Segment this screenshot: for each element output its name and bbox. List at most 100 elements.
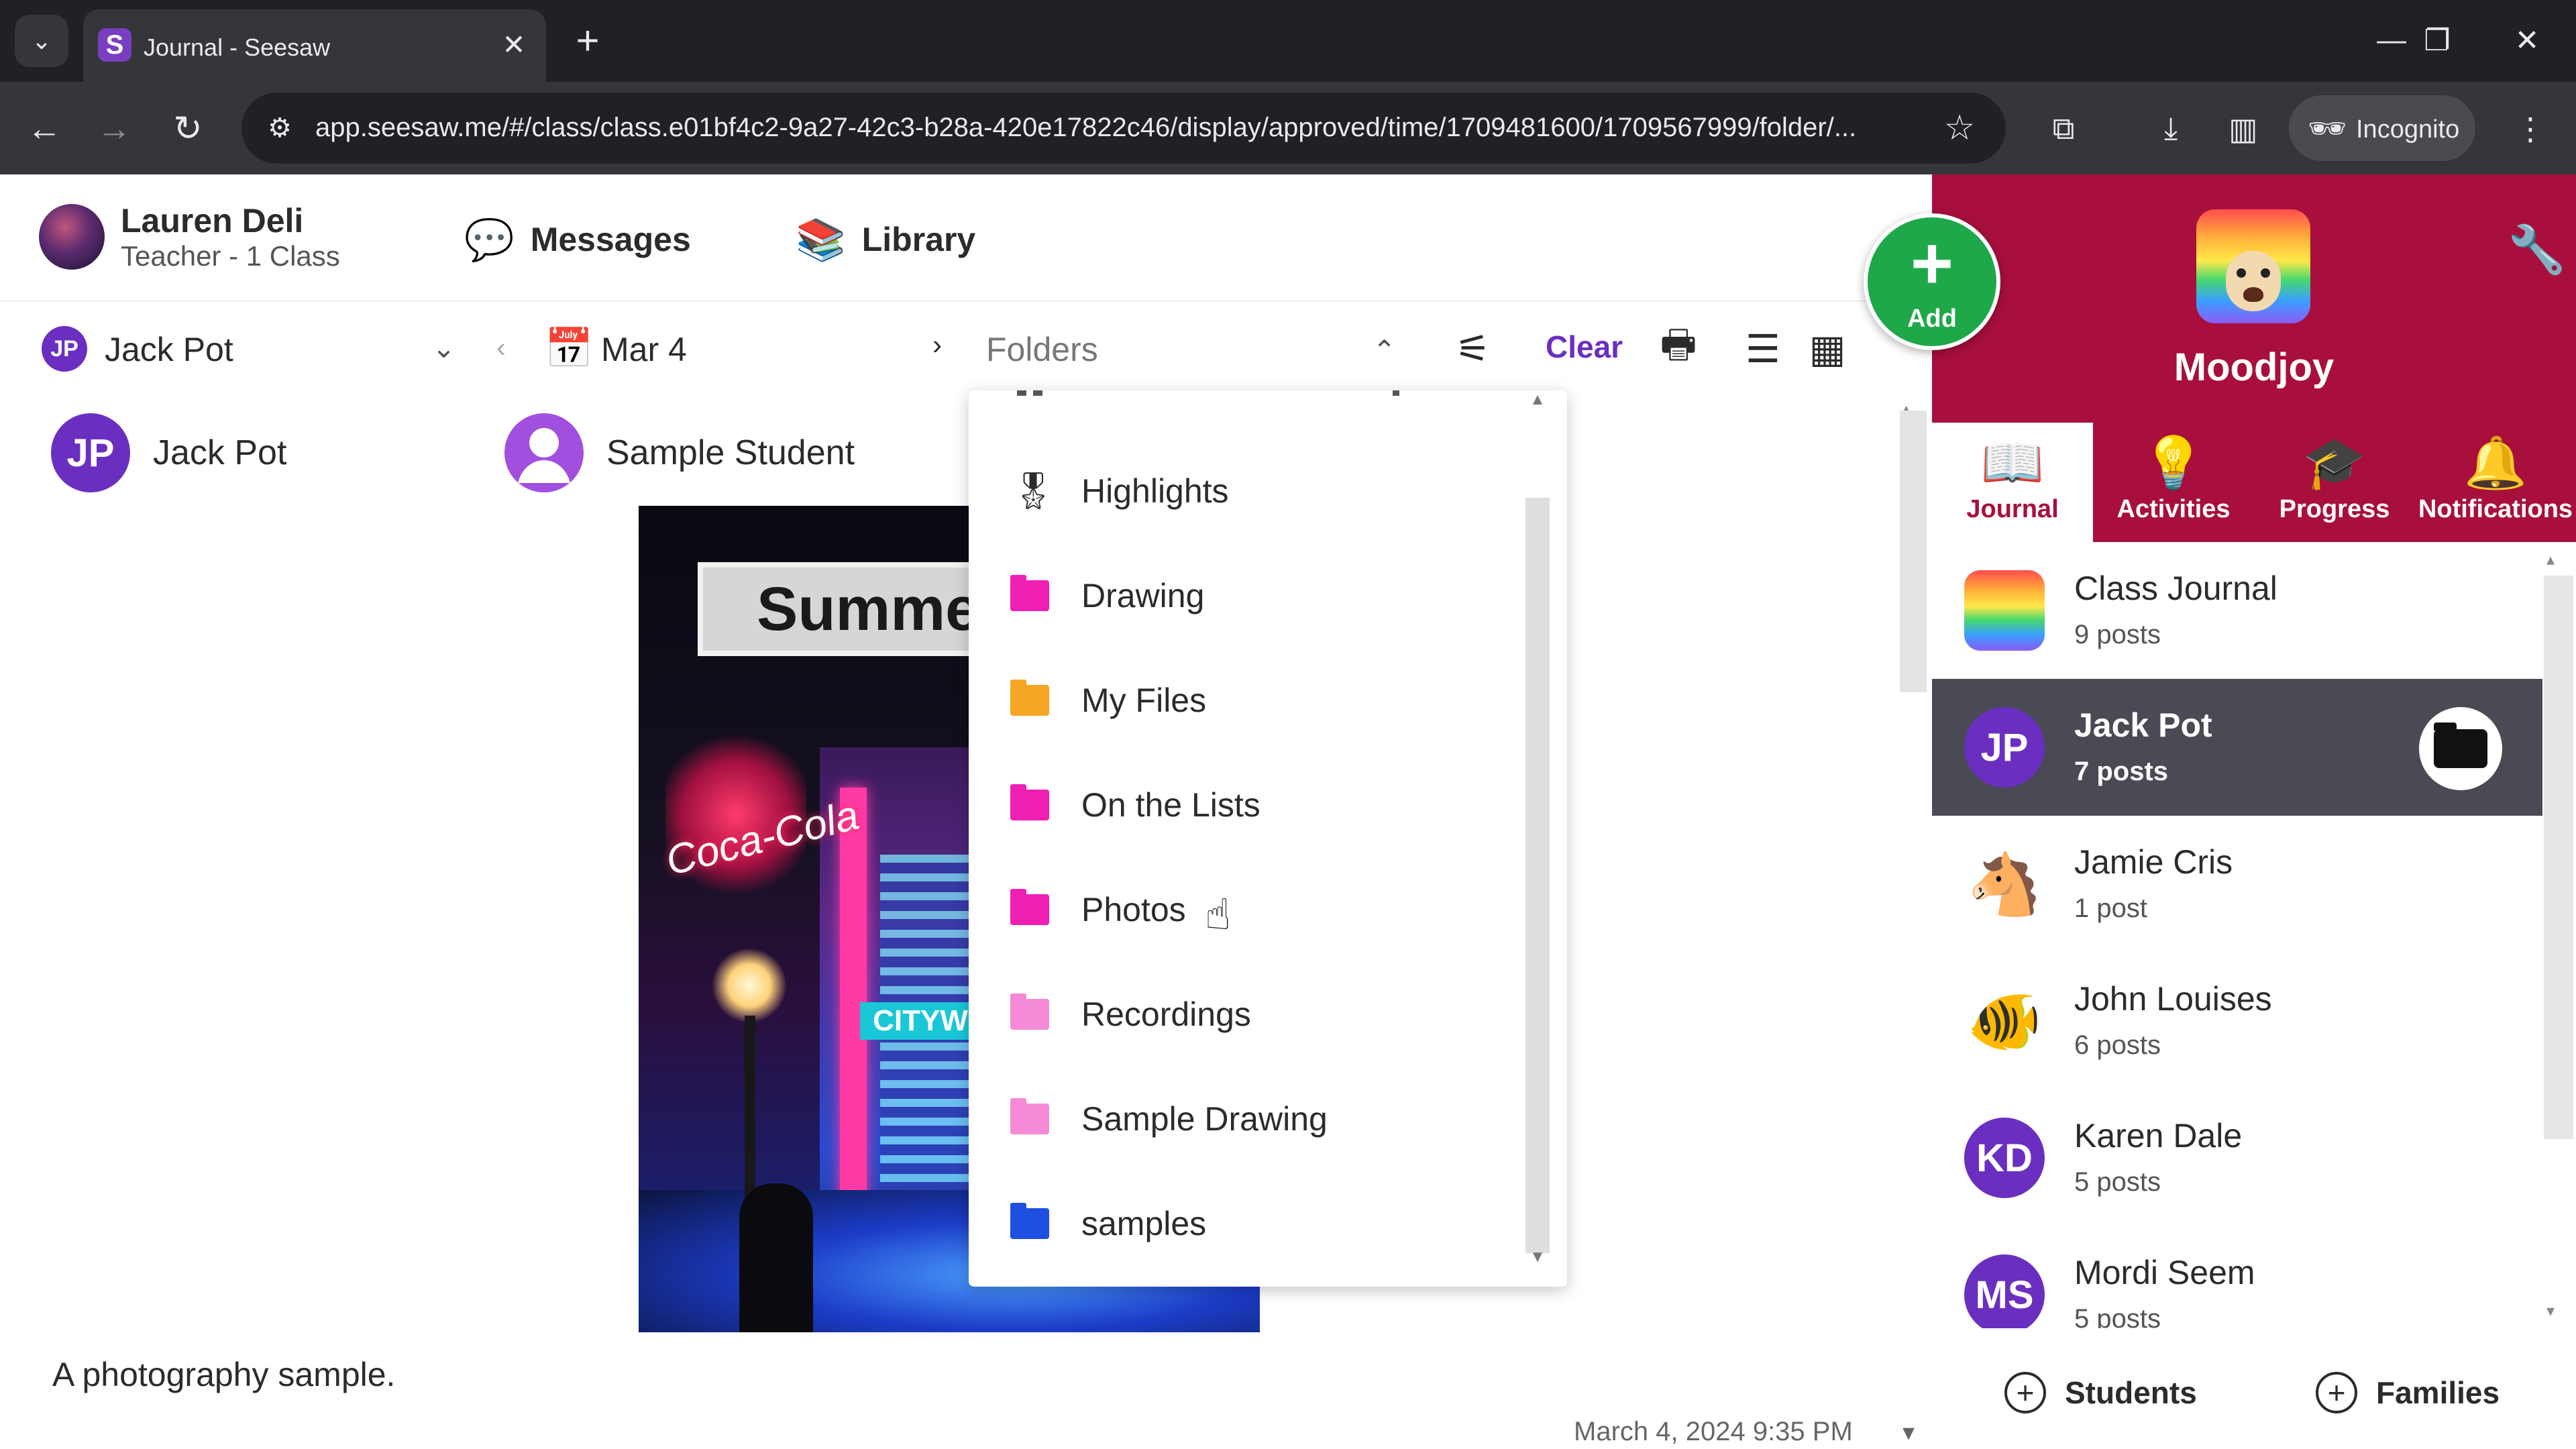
dropdown-scroll-down-icon[interactable]: ▼ — [1525, 1248, 1550, 1275]
tab-label: Notifications — [2418, 495, 2573, 523]
filter-settings-icon[interactable]: ⚟ — [1446, 322, 1500, 376]
tab-label: Activities — [2116, 495, 2231, 523]
dropdown-clipped-item — [1017, 390, 1500, 402]
list-scroll-up-icon[interactable]: ▴ — [2546, 550, 2555, 570]
student-filter-chevron-down-icon[interactable]: ⌄ — [432, 331, 455, 364]
list-item[interactable]: KD Karen Dale 5 posts — [1932, 1089, 2542, 1226]
extensions-icon[interactable]: ⧉ — [2038, 103, 2089, 154]
class-logo-icon[interactable] — [2196, 209, 2310, 323]
student-folders-button[interactable] — [2419, 707, 2502, 790]
list-view-icon[interactable]: ☰ — [1736, 322, 1790, 376]
folder-option-label: samples — [1081, 1205, 1207, 1242]
add-families-button[interactable]: + Families — [2316, 1366, 2500, 1419]
fish-icon: 🐠 — [1966, 987, 2043, 1055]
list-item-name: Jamie Cris — [2074, 843, 2233, 881]
reload-icon[interactable]: ↻ — [161, 102, 215, 156]
print-icon[interactable]: 🖶 — [1652, 322, 1705, 376]
window-close-icon[interactable]: ✕ — [2497, 15, 2557, 66]
folder-option-samples[interactable]: samples — [969, 1171, 1546, 1276]
main-scrollbar[interactable] — [1900, 411, 1927, 692]
address-bar[interactable]: ⚙ app.seesaw.me/#/class/class.e01bf4c2-9… — [241, 93, 2006, 164]
post-student-name: Jack Pot — [153, 433, 287, 472]
calendar-view-icon[interactable]: ▦ — [1801, 322, 1854, 376]
list-item[interactable]: 🐴 Jamie Cris 1 post — [1932, 816, 2542, 953]
list-item-name: Jack Pot — [2074, 706, 2212, 744]
student-list: Class Journal 9 posts JP Jack Pot 7 post… — [1932, 542, 2576, 1328]
folder-icon — [2434, 722, 2487, 768]
site-settings-icon[interactable]: ⚙ — [259, 107, 301, 149]
folder-option-sample-drawing[interactable]: Sample Drawing — [969, 1067, 1546, 1171]
folder-option-photos[interactable]: Photos — [969, 857, 1546, 962]
user-name[interactable]: Lauren Deli — [121, 201, 303, 240]
tab-activities[interactable]: 💡 Activities — [2093, 423, 2254, 542]
student-filter-avatar: JP — [42, 326, 87, 372]
bear-face-icon — [2226, 251, 2281, 311]
dropdown-scroll-up-icon[interactable]: ▲ — [1525, 390, 1550, 417]
dropdown-scrollbar[interactable] — [1525, 498, 1550, 1253]
clear-filters-button[interactable]: Clear — [1546, 329, 1623, 365]
add-students-button[interactable]: + Students — [2004, 1366, 2197, 1419]
download-icon[interactable]: ⤓ — [2145, 103, 2196, 154]
student-list-scrollbar[interactable] — [2544, 576, 2573, 1139]
back-icon[interactable]: ← — [17, 102, 71, 156]
class-name[interactable]: Moodjoy — [1932, 345, 2576, 390]
class-logo-icon — [1964, 570, 2045, 651]
folder-option-my-files[interactable]: My Files — [969, 648, 1546, 753]
folders-chevron-up-icon[interactable]: ⌃ — [1373, 334, 1396, 367]
horse-icon: 🐴 — [1966, 851, 2043, 918]
tab-close-icon[interactable]: ✕ — [495, 25, 533, 63]
bell-icon: 🔔 — [2463, 435, 2528, 492]
list-item[interactable]: JP Jack Pot 7 posts — [1932, 679, 2542, 816]
tab-progress[interactable]: 🎓 Progress — [2254, 423, 2415, 542]
chat-bubbles-icon: 💬 — [464, 217, 515, 262]
side-panel-icon[interactable]: ▥ — [2218, 103, 2269, 154]
list-item-count: 1 post — [2074, 894, 2147, 923]
tab-label: Journal — [1966, 495, 2059, 523]
library-link[interactable]: 📚 Library — [796, 216, 975, 263]
list-item[interactable]: MS Mordi Seem 5 posts — [1932, 1226, 2542, 1328]
graduation-cap-icon: 🎓 — [2302, 435, 2367, 492]
post-options-chevron-icon[interactable]: ▾ — [1902, 1418, 1915, 1446]
browser-tab-active[interactable]: S Journal - Seesaw ✕ — [83, 9, 546, 82]
incognito-badge[interactable]: 🕶 Incognito — [2289, 95, 2475, 161]
wrench-settings-icon[interactable]: 🔧 — [2508, 223, 2566, 278]
student-filter-select[interactable]: Jack Pot — [105, 330, 233, 369]
new-tab-button[interactable]: + — [564, 16, 612, 64]
tab-journal[interactable]: 📖 Journal — [1932, 423, 2093, 542]
folders-filter-select[interactable]: Folders — [986, 330, 1098, 369]
more-menu-icon[interactable]: ⋮ — [2505, 103, 2556, 154]
bookmark-star-icon[interactable]: ☆ — [1939, 107, 1980, 149]
list-item-name: Mordi Seem — [2074, 1254, 2255, 1291]
avatar: JP — [51, 413, 130, 492]
next-date-chevron-icon[interactable]: › — [932, 329, 942, 361]
filter-bar: JP Jack Pot ⌄ ‹ 📅 Mar 4 › Folders ⌃ ⚟ Cl… — [0, 302, 1932, 396]
list-item[interactable]: 🐠 John Louises 6 posts — [1932, 953, 2542, 1089]
tab-label: Progress — [2279, 495, 2390, 523]
list-item[interactable]: Class Journal 9 posts — [1932, 542, 2542, 679]
url-text[interactable]: app.seesaw.me/#/class/class.e01bf4c2-9a2… — [315, 113, 1858, 143]
seesaw-favicon-icon: S — [98, 28, 131, 62]
post-student-chip[interactable]: Sample Student — [504, 409, 855, 496]
list-scroll-down-icon[interactable]: ▾ — [2546, 1301, 2555, 1321]
add-post-button[interactable]: + Add — [1864, 213, 2000, 350]
folder-option-on-the-lists[interactable]: On the Lists — [969, 753, 1546, 857]
tab-search-button[interactable]: ⌄ — [15, 15, 68, 67]
sidebar-footer: + Students + Families — [1932, 1328, 2576, 1449]
incognito-icon: 🕶 — [2308, 111, 2347, 146]
browser-tab-strip: ⌄ S Journal - Seesaw ✕ + — ❐ ✕ — [0, 0, 2576, 82]
tab-notifications[interactable]: 🔔 Notifications — [2415, 423, 2576, 542]
forward-icon[interactable]: → — [87, 102, 141, 156]
post-student-chip[interactable]: JP Jack Pot — [51, 409, 286, 496]
messages-link[interactable]: 💬 Messages — [464, 216, 691, 263]
tab-title: Journal - Seesaw — [144, 34, 331, 61]
previous-date-chevron-icon[interactable]: ‹ — [496, 331, 506, 364]
folder-option-label: My Files — [1081, 682, 1207, 719]
restore-icon[interactable]: ❐ — [2407, 15, 2467, 66]
folder-option-drawing[interactable]: Drawing — [969, 543, 1546, 648]
folder-option-highlights[interactable]: 🎖 Highlights — [969, 439, 1546, 543]
folder-option-recordings[interactable]: Recordings — [969, 962, 1546, 1067]
date-filter[interactable]: Mar 4 — [601, 330, 687, 369]
post-student-name: Sample Student — [606, 433, 855, 472]
avatar: KD — [1964, 1118, 2045, 1198]
user-avatar[interactable] — [39, 204, 105, 270]
